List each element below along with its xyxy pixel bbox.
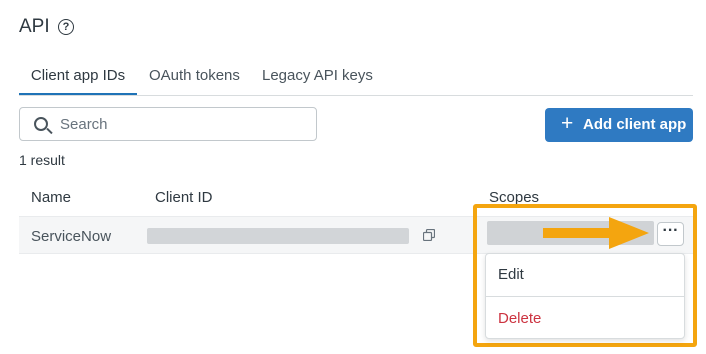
search-icon <box>34 117 48 131</box>
add-client-app-label: Add client app <box>583 116 687 133</box>
add-client-app-button[interactable]: + Add client app <box>545 108 693 142</box>
tab-client-app-ids[interactable]: Client app IDs <box>19 64 137 95</box>
help-icon[interactable]: ? <box>58 19 74 35</box>
menu-divider <box>486 296 684 297</box>
plus-icon: + <box>561 112 574 135</box>
row-name: ServiceNow <box>31 228 112 245</box>
menu-item-edit[interactable]: Edit <box>498 266 524 283</box>
result-count: 1 result <box>19 152 65 168</box>
tab-oauth-tokens[interactable]: OAuth tokens <box>149 64 240 94</box>
redacted-client-id <box>147 228 409 244</box>
copy-icon[interactable] <box>423 229 435 241</box>
row-actions-menu: Edit Delete <box>485 253 685 339</box>
tab-legacy-api-keys[interactable]: Legacy API keys <box>262 64 373 94</box>
column-header-name: Name <box>31 189 72 206</box>
page-title: API <box>19 16 50 37</box>
menu-item-delete[interactable]: Delete <box>498 310 541 327</box>
tab-bar: Client app IDs OAuth tokens Legacy API k… <box>19 64 693 96</box>
search-input[interactable]: Search <box>19 107 317 141</box>
search-placeholder: Search <box>60 116 108 133</box>
column-header-client-id: Client ID <box>155 189 213 206</box>
